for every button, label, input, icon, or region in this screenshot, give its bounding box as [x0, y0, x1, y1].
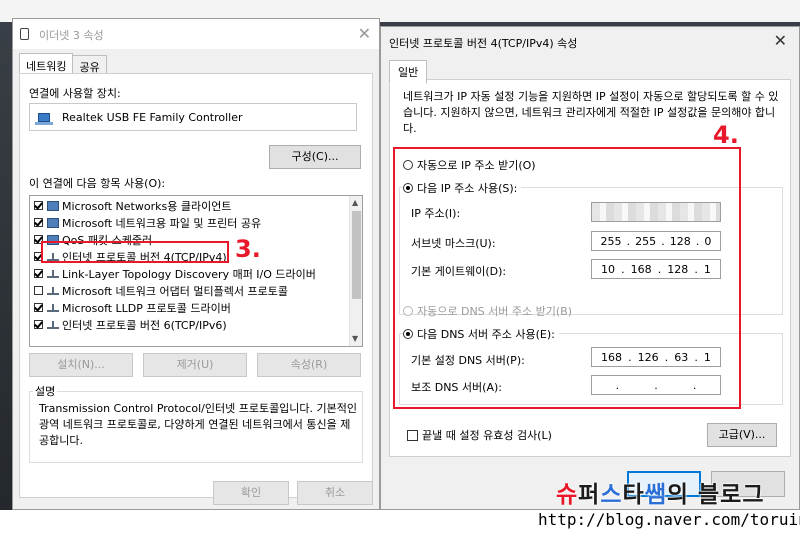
- install-button[interactable]: 설치(N)...: [29, 353, 133, 377]
- properties-button[interactable]: 속성(R): [257, 353, 361, 377]
- configure-button[interactable]: 구성(C)...: [269, 145, 361, 169]
- blog-url: http://blog.naver.com/toruin84: [538, 510, 800, 529]
- step-4-label: 4.: [713, 121, 739, 149]
- network-share-icon: [47, 217, 59, 228]
- checkbox[interactable]: [34, 218, 43, 227]
- window-title: 인터넷 프로토콜 버전 4(TCP/IPv4) 속성: [389, 37, 578, 50]
- protocol-icon: [47, 286, 59, 296]
- chevron-down-icon[interactable]: ▼: [352, 334, 358, 343]
- description-text: Transmission Control Protocol/인터넷 프로토콜입니…: [39, 402, 358, 447]
- list-item[interactable]: 인터넷 프로토콜 버전 6(TCP/IPv6): [34, 316, 227, 333]
- blog-watermark: 슈퍼스타쌤의 블로그: [556, 475, 765, 509]
- checkbox[interactable]: [34, 269, 43, 278]
- components-list[interactable]: Microsoft Networks용 클라이언트 Microsoft 네트워크…: [29, 195, 363, 347]
- list-scrollbar[interactable]: ▲ ▼: [349, 196, 362, 346]
- ipv4-highlight-box: [41, 241, 229, 263]
- watermark-part: 쌤: [644, 482, 667, 508]
- list-item[interactable]: Microsoft 네트워크용 파일 및 프린터 공유: [34, 214, 261, 231]
- scrollbar-thumb[interactable]: [352, 211, 361, 299]
- tab-general[interactable]: 일반: [389, 60, 428, 84]
- list-item[interactable]: Microsoft Networks용 클라이언트: [34, 197, 231, 214]
- step-3-label: 3.: [235, 235, 261, 263]
- network-adapter-icon: [35, 113, 53, 125]
- list-item[interactable]: Microsoft LLDP 프로토콜 드라이버: [34, 299, 231, 316]
- list-item-label: Microsoft Networks용 클라이언트: [62, 199, 232, 213]
- watermark-part: 퍼: [578, 482, 601, 508]
- network-client-icon: [47, 200, 59, 211]
- close-icon[interactable]: ✕: [358, 24, 371, 43]
- advanced-button[interactable]: 고급(V)...: [707, 423, 777, 447]
- protocol-icon: [47, 303, 59, 313]
- list-item[interactable]: Link-Layer Topology Discovery 매퍼 I/O 드라이…: [34, 265, 316, 282]
- protocol-icon: [47, 269, 59, 279]
- ipv4-properties-dialog: 인터넷 프로토콜 버전 4(TCP/IPv4) 속성 ✕ 일반 네트워크가 IP…: [380, 26, 800, 510]
- validate-checkbox[interactable]: 끝낼 때 설정 유효성 검사(L): [407, 427, 552, 443]
- ip-settings-highlight-box: [393, 147, 741, 409]
- list-item-label: Microsoft 네트워크용 파일 및 프린터 공유: [62, 216, 262, 230]
- watermark-part: 의 블로그: [666, 482, 765, 508]
- checkbox[interactable]: [34, 201, 43, 210]
- device-name: Realtek USB FE Family Controller: [62, 111, 243, 124]
- connect-using-label: 연결에 사용할 장치:: [29, 87, 121, 100]
- ok-button[interactable]: 확인: [213, 481, 289, 505]
- description-label: 설명: [33, 383, 58, 399]
- ethernet-icon: [20, 28, 29, 40]
- validate-label: 끝낼 때 설정 유효성 검사(L): [422, 429, 552, 442]
- device-box: Realtek USB FE Family Controller: [29, 103, 357, 131]
- close-icon[interactable]: ✕: [774, 31, 787, 50]
- window-title: 이더넷 3 속성: [39, 29, 104, 42]
- list-item[interactable]: Microsoft 네트워크 어댑터 멀티플렉서 프로토콜: [34, 282, 288, 299]
- cancel-button[interactable]: 취소: [297, 481, 373, 505]
- list-item-label: Microsoft LLDP 프로토콜 드라이버: [62, 301, 231, 315]
- uninstall-button[interactable]: 제거(U): [143, 353, 247, 377]
- watermark-part: 타: [622, 482, 645, 508]
- ethernet-properties-dialog: 이더넷 3 속성 ✕ 네트워킹 공유 연결에 사용할 장치: Realtek U…: [12, 18, 380, 510]
- watermark-part: 슈: [556, 482, 579, 508]
- list-item-label: Microsoft 네트워크 어댑터 멀티플렉서 프로토콜: [62, 284, 288, 298]
- checkbox[interactable]: [34, 320, 43, 329]
- list-item-label: Link-Layer Topology Discovery 매퍼 I/O 드라이…: [62, 267, 316, 281]
- items-label: 이 연결에 다음 항목 사용(O):: [29, 177, 166, 190]
- protocol-icon: [47, 320, 59, 330]
- checkbox[interactable]: [407, 429, 418, 441]
- checkbox[interactable]: [34, 286, 43, 295]
- title-bar: 이더넷 3 속성 ✕: [13, 19, 379, 49]
- watermark-part: 스: [600, 482, 623, 508]
- chevron-up-icon[interactable]: ▲: [352, 198, 358, 207]
- list-item-label: 인터넷 프로토콜 버전 6(TCP/IPv6): [62, 318, 227, 332]
- checkbox[interactable]: [34, 303, 43, 312]
